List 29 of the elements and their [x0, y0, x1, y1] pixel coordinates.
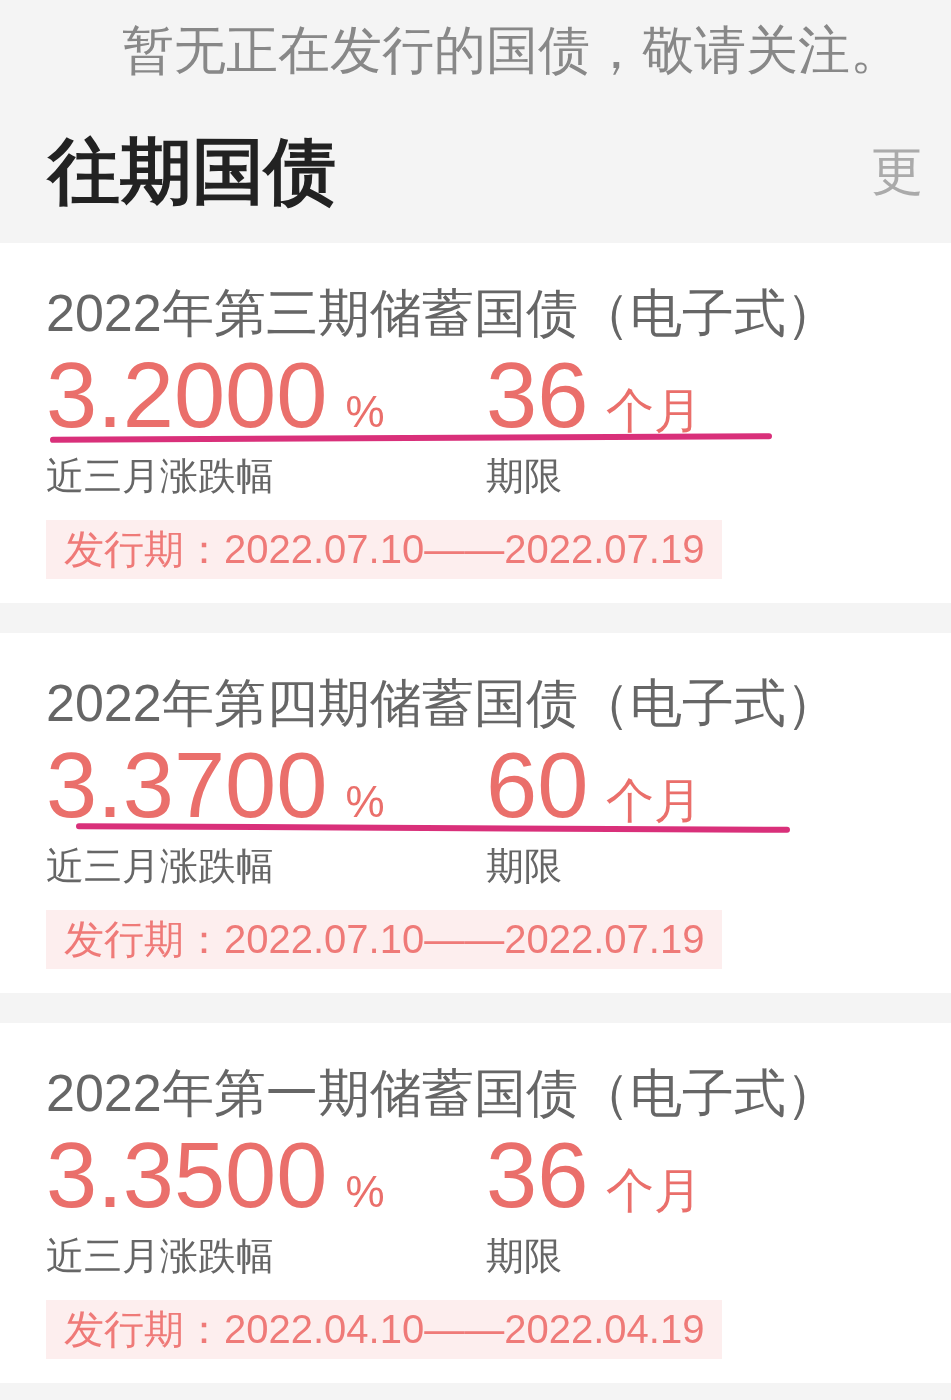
term-label: 期限: [486, 1234, 563, 1279]
issue-period-badge: 发行期：2022.07.10——2022.07.19: [46, 520, 723, 579]
term-label: 期限: [486, 844, 563, 889]
term-value: 60: [486, 735, 589, 835]
rate-unit: %: [345, 387, 385, 437]
bond-card[interactable]: 2022年第三期储蓄国债（电子式） 3.2000 % 36 个月 近三月涨跌幅 期限 发行期：2022.07.10——2022.07.19: [0, 243, 951, 603]
term-label: 期限: [486, 454, 563, 499]
issue-period-badge: 发行期：2022.07.10——2022.07.19: [46, 910, 723, 969]
term-unit: 个月: [606, 773, 703, 829]
term-unit: 个月: [606, 1163, 703, 1219]
bond-card[interactable]: 2022年第一期储蓄国债（电子式） 3.3500 % 36 个月 近三月涨跌幅 期限 发行期：2022.04.10——2022.04.19: [0, 1023, 951, 1383]
bond-card[interactable]: 2022年第四期储蓄国债（电子式） 3.3700 % 60 个月 近三月涨跌幅 期限 发行期：2022.07.10——2022.07.19: [0, 633, 951, 993]
notice-text: 暂无正在发行的国债，敬请关注。: [121, 20, 903, 81]
rate-unit: %: [345, 777, 385, 827]
rate-label: 近三月涨跌幅: [46, 1234, 275, 1279]
rate-unit: %: [345, 1167, 385, 1217]
rate-value: 3.3700: [46, 735, 328, 835]
rate-value: 3.2000: [46, 345, 328, 445]
bond-title: 2022年第四期储蓄国债（电子式）: [46, 673, 839, 734]
term-value: 36: [486, 1125, 589, 1225]
rate-label: 近三月涨跌幅: [46, 844, 275, 889]
rate-label: 近三月涨跌幅: [46, 454, 275, 499]
section-title: 往期国债: [48, 129, 336, 213]
issue-period-badge: 发行期：2022.04.10——2022.04.19: [46, 1300, 723, 1359]
term-unit: 个月: [606, 383, 703, 439]
term-value: 36: [486, 345, 589, 445]
rate-value: 3.3500: [46, 1125, 328, 1225]
bond-title: 2022年第一期储蓄国债（电子式）: [46, 1063, 839, 1124]
bond-title: 2022年第三期储蓄国债（电子式）: [46, 283, 839, 344]
